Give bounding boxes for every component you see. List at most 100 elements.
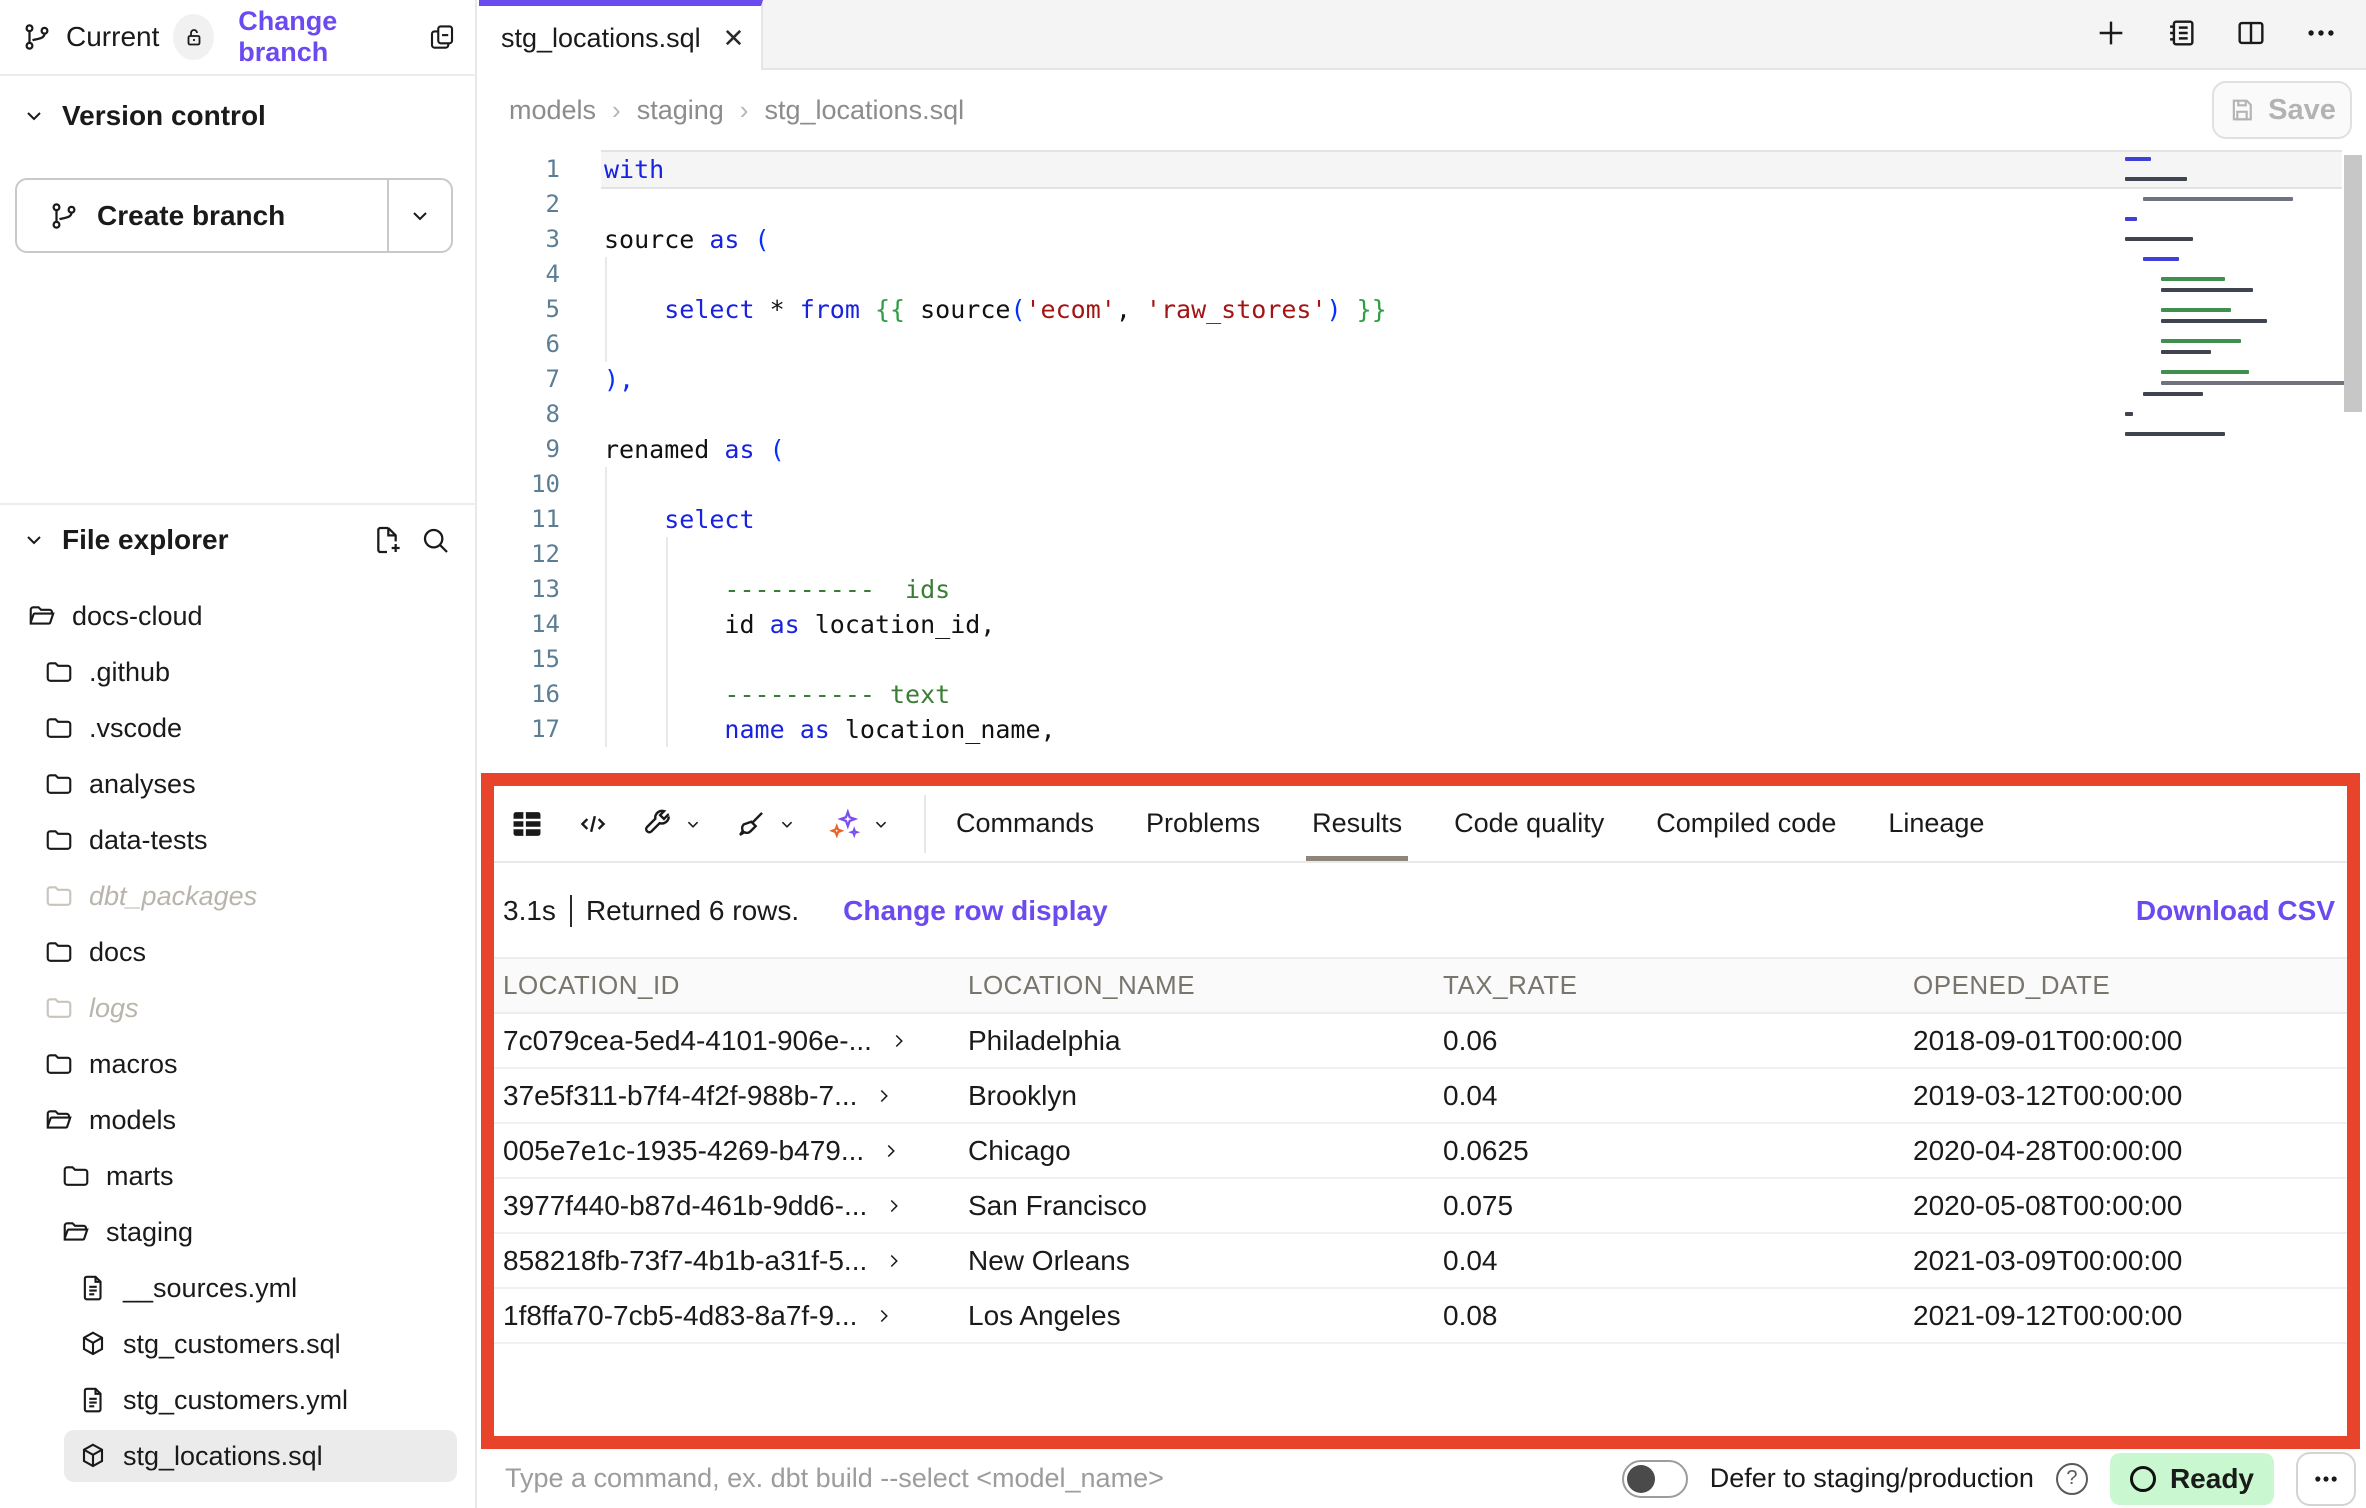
create-branch-dropdown[interactable] xyxy=(389,180,451,251)
command-input[interactable]: Type a command, ex. dbt build --select <… xyxy=(505,1463,1622,1494)
change-row-display-link[interactable]: Change row display xyxy=(843,895,1108,927)
minimap-line xyxy=(2125,381,2340,390)
code-line-7[interactable]: 7), xyxy=(479,362,2366,397)
breadcrumb-models[interactable]: models xyxy=(509,95,596,126)
current-branch-label: Current xyxy=(66,21,159,53)
tab-stg-locations-sql[interactable]: stg_locations.sql ✕ xyxy=(479,0,763,70)
folder-icon xyxy=(44,769,74,799)
sparkle-icon-button[interactable] xyxy=(828,807,892,841)
line-number: 14 xyxy=(479,607,560,642)
wrench-icon-button[interactable] xyxy=(640,807,704,841)
tree-item-marts[interactable]: marts xyxy=(0,1148,475,1204)
tree-item-docs-cloud[interactable]: docs-cloud xyxy=(0,588,475,644)
tree-item--vscode[interactable]: .vscode xyxy=(0,700,475,756)
close-tab-icon[interactable]: ✕ xyxy=(723,23,745,54)
plus-icon[interactable] xyxy=(2094,16,2128,50)
tree-item-staging[interactable]: staging xyxy=(0,1204,475,1260)
minimap-line xyxy=(2125,392,2340,401)
minimap[interactable] xyxy=(2125,155,2340,441)
code-icon-button[interactable] xyxy=(576,807,610,841)
tree-item-label: models xyxy=(89,1105,176,1136)
tree-item-analyses[interactable]: analyses xyxy=(0,756,475,812)
tree-item-stg-customers-sql[interactable]: stg_customers.sql xyxy=(0,1316,475,1372)
split-pane-icon[interactable] xyxy=(2234,16,2268,50)
tree-item-data-tests[interactable]: data-tests xyxy=(0,812,475,868)
search-icon[interactable] xyxy=(419,524,451,556)
create-branch-button[interactable]: Create branch xyxy=(15,178,453,253)
chevron-down-icon xyxy=(22,528,46,552)
column-header-location_id: LOCATION_ID xyxy=(503,959,680,1012)
minimap-line xyxy=(2125,288,2340,297)
table-grid-icon-button[interactable] xyxy=(508,805,546,843)
defer-toggle[interactable] xyxy=(1622,1460,1688,1498)
tree-item-logs[interactable]: logs xyxy=(0,980,475,1036)
tree-item--github[interactable]: .github xyxy=(0,644,475,700)
ellipsis-icon[interactable] xyxy=(2304,16,2338,50)
more-options-button[interactable] xyxy=(2296,1452,2356,1506)
cell-tax-rate: 0.08 xyxy=(1443,1289,1498,1342)
expand-row-chevron-icon[interactable] xyxy=(880,1140,902,1162)
breadcrumb-separator: › xyxy=(740,95,749,126)
expand-row-chevron-icon[interactable] xyxy=(883,1195,905,1217)
expand-row-chevron-icon[interactable] xyxy=(873,1305,895,1327)
breadcrumb-file[interactable]: stg_locations.sql xyxy=(764,95,964,126)
expand-row-chevron-icon[interactable] xyxy=(873,1085,895,1107)
tree-item-dbt-packages[interactable]: dbt_packages xyxy=(0,868,475,924)
folder-open-icon xyxy=(44,1105,74,1135)
help-icon[interactable]: ? xyxy=(2056,1463,2088,1495)
version-control-header[interactable]: Version control xyxy=(22,100,266,132)
copy-icon[interactable] xyxy=(427,22,457,52)
tree-item-macros[interactable]: macros xyxy=(0,1036,475,1092)
panel-tab-results[interactable]: Results xyxy=(1286,786,1428,861)
download-csv-link[interactable]: Download CSV xyxy=(2136,895,2335,927)
notebook-icon[interactable] xyxy=(2164,16,2198,50)
panel-tab-code-quality[interactable]: Code quality xyxy=(1428,786,1630,861)
code-line-15[interactable]: 15 xyxy=(479,642,2366,677)
cell-location-name: Brooklyn xyxy=(968,1069,1077,1122)
tree-item-stg-locations-sql[interactable]: stg_locations.sql xyxy=(0,1428,475,1484)
ready-status-badge[interactable]: Ready xyxy=(2110,1453,2274,1505)
code-line-17[interactable]: 17 name as location_name, xyxy=(479,712,2366,747)
code-line-14[interactable]: 14 id as location_id, xyxy=(479,607,2366,642)
panel-tab-problems[interactable]: Problems xyxy=(1120,786,1286,861)
panel-tab-commands[interactable]: Commands xyxy=(930,786,1120,861)
cell-location-name: Philadelphia xyxy=(968,1014,1121,1067)
column-header-location_name: LOCATION_NAME xyxy=(968,959,1195,1012)
tree-item-models[interactable]: models xyxy=(0,1092,475,1148)
broom-icon-button[interactable] xyxy=(734,807,798,841)
code-line-16[interactable]: 16 ---------- text xyxy=(479,677,2366,712)
code-line-5[interactable]: 5 select * from {{ source('ecom', 'raw_s… xyxy=(479,292,2366,327)
code-text: renamed as ( xyxy=(604,432,785,467)
tree-item-docs[interactable]: docs xyxy=(0,924,475,980)
code-line-12[interactable]: 12 xyxy=(479,537,2366,572)
folder-icon xyxy=(44,993,74,1023)
code-line-10[interactable]: 10 xyxy=(479,467,2366,502)
new-file-icon[interactable] xyxy=(371,524,403,556)
line-number: 2 xyxy=(479,187,560,222)
code-line-6[interactable]: 6 xyxy=(479,327,2366,362)
code-line-4[interactable]: 4 xyxy=(479,257,2366,292)
expand-row-chevron-icon[interactable] xyxy=(888,1030,910,1052)
panel-tab-compiled-code[interactable]: Compiled code xyxy=(1630,786,1862,861)
code-line-9[interactable]: 9renamed as ( xyxy=(479,432,2366,467)
code-line-11[interactable]: 11 select xyxy=(479,502,2366,537)
expand-row-chevron-icon[interactable] xyxy=(883,1250,905,1272)
editor-scrollbar-thumb[interactable] xyxy=(2344,155,2362,412)
minimap-line xyxy=(2125,319,2340,328)
code-line-2[interactable]: 2 xyxy=(479,187,2366,222)
code-line-1[interactable]: 1with xyxy=(479,152,2366,187)
code-line-13[interactable]: 13 ---------- ids xyxy=(479,572,2366,607)
panel-toolbar: CommandsProblemsResultsCode qualityCompi… xyxy=(494,786,2347,863)
change-branch-link[interactable]: Change branch xyxy=(238,6,413,68)
tree-item-stg-customers-yml[interactable]: stg_customers.yml xyxy=(0,1372,475,1428)
cell-opened-date: 2018-09-01T00:00:00 xyxy=(1913,1014,2182,1067)
folder-icon xyxy=(44,657,74,687)
code-editor[interactable]: 1with23source as (45 select * from {{ so… xyxy=(479,150,2366,773)
code-line-8[interactable]: 8 xyxy=(479,397,2366,432)
file-explorer-header[interactable]: File explorer xyxy=(0,503,475,575)
save-button[interactable]: Save xyxy=(2212,81,2352,139)
code-line-3[interactable]: 3source as ( xyxy=(479,222,2366,257)
breadcrumb-staging[interactable]: staging xyxy=(637,95,724,126)
panel-tab-lineage[interactable]: Lineage xyxy=(1862,786,2010,861)
tree-item--sources-yml[interactable]: __sources.yml xyxy=(0,1260,475,1316)
